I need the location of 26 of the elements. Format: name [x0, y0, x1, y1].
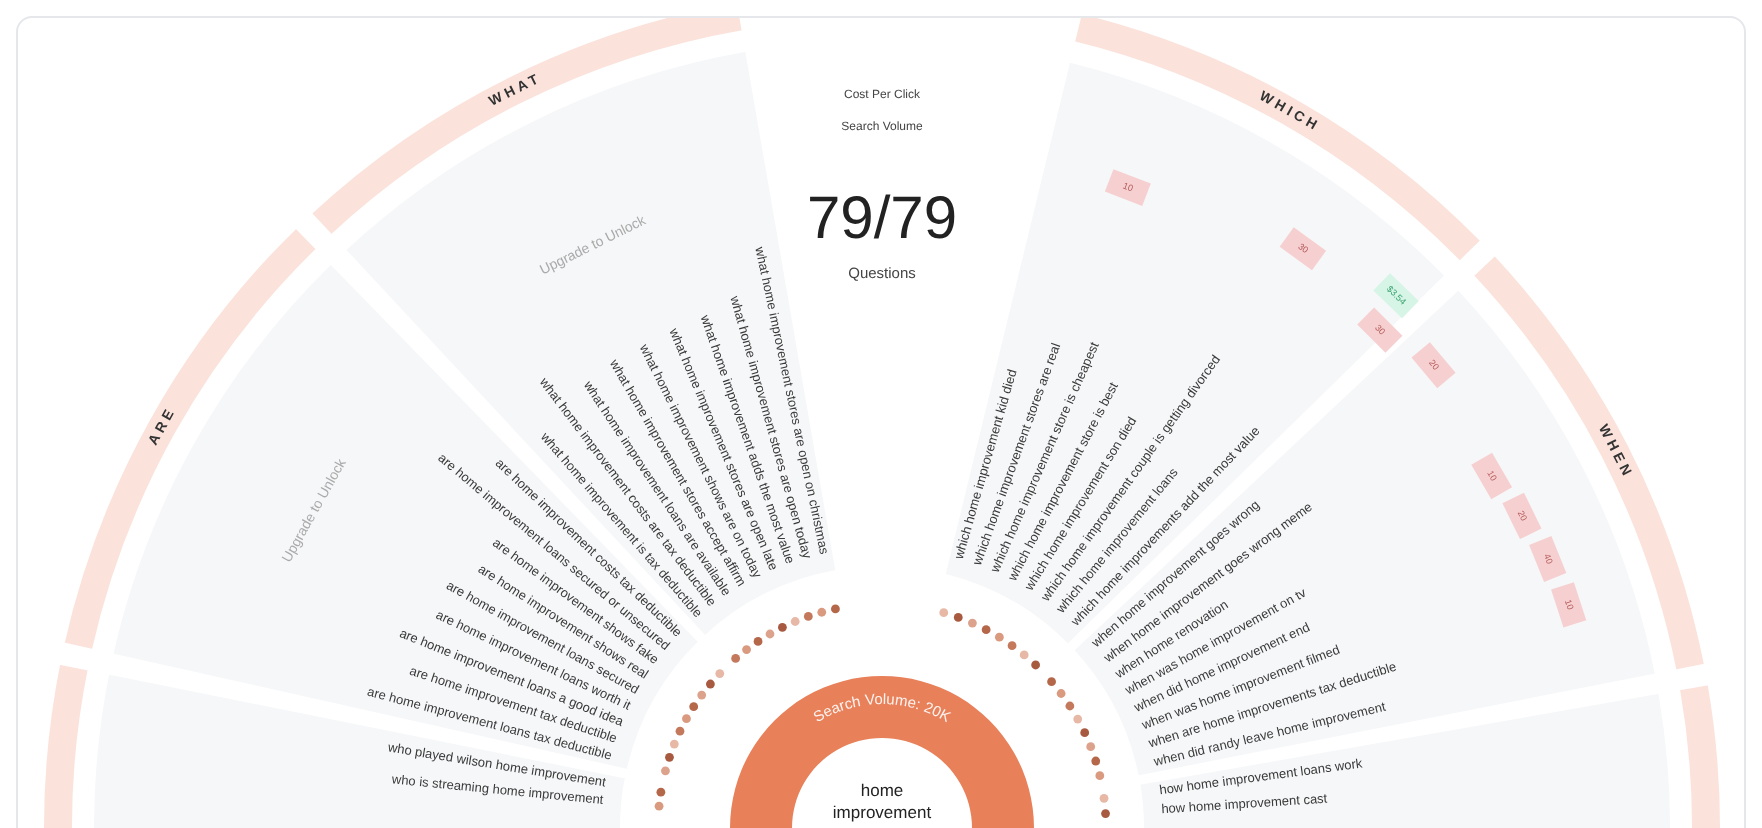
- question-dot: [654, 801, 664, 811]
- question-dot: [981, 625, 991, 635]
- question-dot: [1065, 701, 1075, 711]
- question-dot: [661, 766, 670, 776]
- question-dot: [1095, 771, 1105, 781]
- question-dot: [803, 612, 813, 621]
- question-dot: [953, 613, 963, 622]
- question-dot: [1080, 728, 1090, 738]
- question-dot: [968, 618, 977, 628]
- question-count: 79/79: [806, 186, 958, 252]
- question-dot: [817, 607, 827, 617]
- question-dot: [1101, 809, 1110, 818]
- keyword-text: improvement: [832, 802, 932, 822]
- question-dot: [831, 604, 840, 614]
- question-dot: [1091, 756, 1101, 766]
- question-dot: [656, 787, 666, 797]
- question-dot: [669, 739, 679, 749]
- question-dot: [1086, 742, 1096, 752]
- question-dot: [790, 617, 800, 626]
- question-dot: [778, 622, 787, 632]
- question-dot: [994, 632, 1004, 642]
- question-dot: [1073, 714, 1083, 724]
- keyword-text: home: [860, 780, 904, 800]
- question-dot: [1099, 793, 1109, 803]
- question-dot: [665, 752, 674, 762]
- question-dot: [939, 608, 949, 618]
